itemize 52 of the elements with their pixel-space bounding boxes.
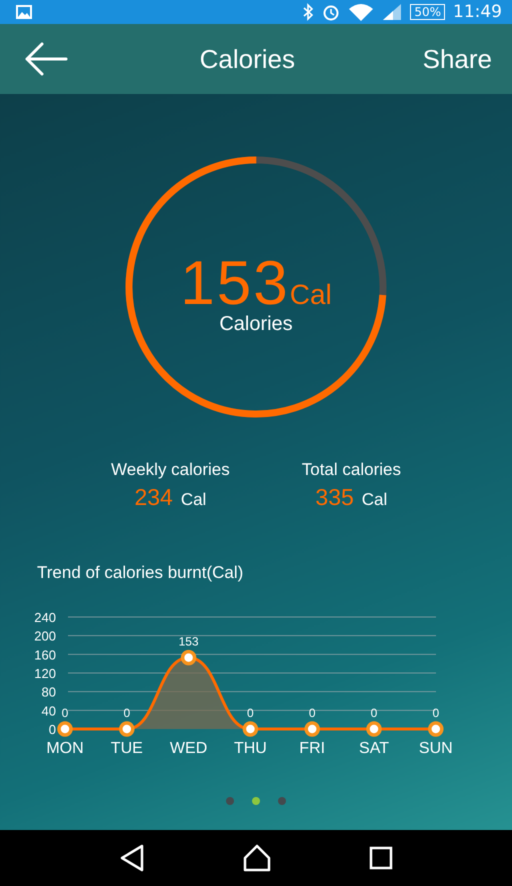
page-indicator-dot[interactable] [252, 797, 260, 805]
wifi-icon [348, 3, 374, 21]
data-point [366, 721, 382, 737]
signal-icon [382, 3, 402, 21]
x-axis-label: THU [234, 740, 267, 757]
chart-title: Trend of calories burnt(Cal) [37, 563, 244, 583]
data-point [180, 650, 196, 666]
data-label: 153 [178, 634, 199, 649]
x-axis-label: SAT [359, 740, 389, 757]
alarm-icon [322, 3, 340, 21]
stat-label: Weekly calories [111, 460, 230, 480]
data-label: 0 [308, 706, 316, 720]
clock-time: 11:49 [453, 2, 502, 22]
share-button[interactable]: Share [422, 44, 492, 74]
data-point [242, 721, 258, 737]
home-button[interactable] [242, 844, 272, 872]
gallery-icon [16, 5, 32, 19]
stat-label: Total calories [302, 460, 401, 480]
stat-unit: Cal [180, 490, 206, 510]
x-axis-label: FRI [299, 740, 326, 757]
y-tick-label: 160 [34, 647, 56, 662]
x-axis-label: TUE [110, 740, 143, 757]
stat-value: 234 [134, 484, 173, 511]
y-tick-label: 0 [48, 722, 56, 737]
data-label: 0 [370, 706, 378, 720]
battery-indicator: 50% [410, 4, 445, 20]
data-point [428, 721, 444, 737]
y-tick-label: 200 [34, 628, 56, 644]
y-tick-label: 40 [42, 703, 56, 718]
calories-unit: Cal [290, 279, 332, 311]
y-tick-label: 120 [34, 666, 56, 681]
x-axis-label: SUN [418, 740, 453, 757]
data-point [304, 721, 320, 737]
stat-value: 335 [315, 484, 354, 511]
page-indicator-dot[interactable] [278, 797, 286, 805]
calories-label: Calories [219, 313, 293, 336]
y-tick-label: 240 [34, 610, 56, 625]
back-nav-button[interactable] [118, 844, 145, 872]
page-indicator-dot[interactable] [226, 797, 234, 805]
data-point [119, 721, 135, 737]
y-tick-label: 80 [42, 684, 56, 700]
page-title: Calories [198, 44, 296, 74]
x-axis-label: MON [46, 740, 84, 757]
bluetooth-icon [302, 3, 314, 21]
x-axis-label: WED [170, 740, 208, 757]
recents-button[interactable] [369, 846, 394, 870]
data-label: 0 [432, 706, 440, 720]
data-label: 0 [123, 706, 130, 720]
stat-unit: Cal [362, 490, 388, 510]
data-label: 0 [247, 706, 254, 720]
data-label: 0 [62, 706, 68, 720]
data-point [57, 721, 73, 737]
